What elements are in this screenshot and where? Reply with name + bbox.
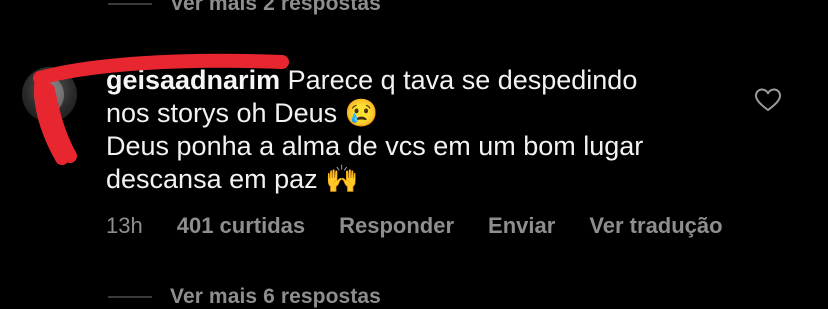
comment-text-line-1: Parece q tava se despedindo	[287, 65, 638, 95]
heart-outline-icon[interactable]	[755, 88, 781, 112]
username[interactable]: geisaadnarim	[106, 65, 280, 95]
view-more-replies-top[interactable]: Ver mais 2 respostas	[108, 0, 381, 16]
view-more-replies-bottom[interactable]: Ver mais 6 respostas	[108, 285, 381, 309]
avatar[interactable]	[22, 67, 77, 122]
likes-count[interactable]: 401 curtidas	[177, 213, 305, 239]
comment-meta-row: 13h 401 curtidas Responder Enviar Ver tr…	[106, 213, 757, 239]
comment-text-line-2: nos storys oh Deus 😢	[106, 98, 379, 128]
divider-line	[108, 296, 152, 298]
comment-body: geisaadnarim Parece q tava se despedindo…	[106, 64, 706, 196]
comment-text-line-3: Deus ponha a alma de vcs em um bom lugar	[106, 131, 644, 161]
view-more-replies-label[interactable]: Ver mais 2 respostas	[170, 0, 381, 16]
reply-button[interactable]: Responder	[339, 213, 454, 239]
divider-line	[108, 3, 152, 5]
comment-text-line-4: descansa em paz 🙌	[106, 164, 359, 194]
comment-time: 13h	[106, 213, 143, 238]
view-more-replies-label[interactable]: Ver mais 6 respostas	[170, 285, 381, 309]
send-button[interactable]: Enviar	[488, 213, 555, 239]
see-translation-button[interactable]: Ver tradução	[589, 213, 722, 239]
